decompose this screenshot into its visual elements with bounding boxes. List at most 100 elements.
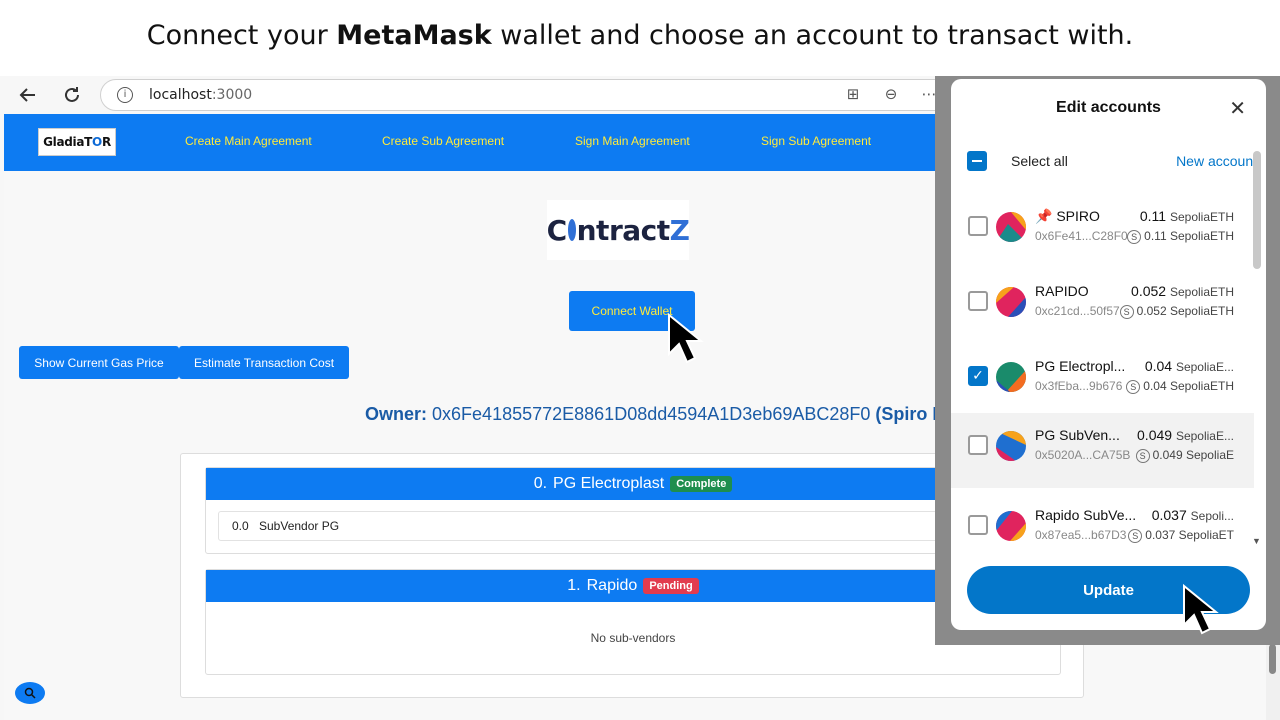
account-row[interactable]: ✓ PG Electropl... 0.04 SepoliaE... 0x3fE… xyxy=(951,344,1254,419)
token-s-icon: S xyxy=(1135,449,1150,463)
page-scrollbar-thumb[interactable] xyxy=(1269,644,1276,674)
app-available-icon[interactable]: ⊞ xyxy=(843,85,863,105)
account-balance: 0.037 Sepoli... xyxy=(1152,507,1234,523)
account-balance: 0.04 SepoliaE... xyxy=(1145,358,1234,374)
sub-balance-text: 0.052 SepoliaETH xyxy=(1136,304,1234,318)
back-arrow-icon[interactable] xyxy=(16,83,40,107)
balance-value: 0.049 xyxy=(1137,427,1173,443)
owner-name: (Spiro I xyxy=(875,404,938,424)
account-sub-balance: S 0.037 SepoliaET xyxy=(1128,528,1234,543)
scroll-down-icon[interactable]: ▼ xyxy=(1252,536,1261,546)
reload-icon[interactable] xyxy=(60,83,84,107)
agreement-card: 0. PG Electroplast Complete 0.0 SubVendo… xyxy=(205,467,1061,554)
account-checkbox[interactable] xyxy=(968,515,988,535)
balance-unit: SepoliaETH xyxy=(1169,285,1234,299)
balance-value: 0.11 xyxy=(1139,208,1167,224)
account-list-scrollbar-thumb[interactable] xyxy=(1253,151,1261,269)
balance-value: 0.04 xyxy=(1144,358,1173,374)
new-account-link[interactable]: New account xyxy=(1176,153,1257,169)
account-avatar xyxy=(996,431,1026,461)
account-sub-balance: S 0.11 SepoliaETH xyxy=(1127,229,1234,244)
balance-unit: SepoliaE... xyxy=(1175,429,1234,443)
balance-unit: SepoliaETH xyxy=(1169,210,1234,224)
account-avatar xyxy=(996,511,1026,541)
sub-balance-text: 0.04 SepoliaETH xyxy=(1143,379,1234,393)
nav-sign-main-agreement[interactable]: Sign Main Agreement xyxy=(575,134,690,148)
account-name: 📌 SPIRO xyxy=(1035,208,1100,225)
account-name: PG SubVen... xyxy=(1035,427,1120,443)
account-avatar xyxy=(996,362,1026,392)
dialog-title: Edit accounts xyxy=(1056,99,1161,116)
sub-vendor-index: 0.0 xyxy=(232,519,249,533)
mouse-pointer-icon xyxy=(1183,583,1219,635)
account-balance: 0.049 SepoliaE... xyxy=(1137,427,1234,443)
sub-balance-text: 0.037 SepoliaET xyxy=(1145,528,1234,542)
account-checkbox[interactable] xyxy=(968,435,988,455)
logo-text-o: O xyxy=(92,135,102,149)
balance-unit: SepoliaE... xyxy=(1175,360,1234,374)
caption-suffix: wallet and choose an account to transact… xyxy=(491,20,1134,51)
account-name-text: SPIRO xyxy=(1056,208,1100,224)
search-icon[interactable] xyxy=(15,682,45,704)
brand-rest: ntract xyxy=(576,213,671,247)
account-address: 0xc21cd...50f57 xyxy=(1035,304,1120,318)
account-address: 0x5020A...CA75B xyxy=(1035,448,1131,462)
sub-vendor-row: 0.0 SubVendor PG xyxy=(218,511,1048,541)
estimate-cost-button[interactable]: Estimate Transaction Cost xyxy=(179,346,349,379)
account-checkbox[interactable] xyxy=(968,216,988,236)
token-s-icon: S xyxy=(1126,380,1141,394)
agreement-index: 0. xyxy=(533,475,548,492)
account-list-scrollbar[interactable]: ▼ xyxy=(1252,151,1262,551)
nav-create-main-agreement[interactable]: Create Main Agreement xyxy=(185,134,312,148)
account-name: Rapido SubVe... xyxy=(1035,507,1137,523)
account-checkbox-checked[interactable]: ✓ xyxy=(968,366,988,386)
account-name: RAPIDO xyxy=(1035,283,1089,299)
account-sub-balance: S 0.052 SepoliaETH xyxy=(1119,304,1234,319)
metamask-edit-accounts-dialog: Edit accounts ✕ Select all New account 📌… xyxy=(951,79,1266,630)
balance-unit: Sepoli... xyxy=(1190,509,1234,523)
sub-balance-text: 0.049 SepoliaE xyxy=(1152,448,1234,462)
nav-create-sub-agreement[interactable]: Create Sub Agreement xyxy=(382,134,504,148)
account-row[interactable]: RAPIDO 0.052 SepoliaETH 0xc21cd...50f57 … xyxy=(951,269,1254,344)
account-avatar xyxy=(996,212,1026,242)
slide-caption: Connect your MetaMask wallet and choose … xyxy=(0,20,1280,51)
address-bar[interactable]: i localhost:3000 ⊞ ⊖ ⋯ xyxy=(100,79,960,111)
account-row[interactable]: 📌 SPIRO 0.11 SepoliaETH 0x6Fe41...C28F0 … xyxy=(951,194,1254,269)
url-port: :3000 xyxy=(211,87,253,103)
show-gas-price-button[interactable]: Show Current Gas Price xyxy=(19,346,179,379)
account-address: 0x87ea5...b67D3 xyxy=(1035,528,1127,542)
account-checkbox[interactable] xyxy=(968,291,988,311)
logo-text-prefix: Gladia xyxy=(43,135,85,149)
select-all-label: Select all xyxy=(1011,153,1068,169)
agreement-header: 0. PG Electroplast Complete xyxy=(206,468,1060,500)
sub-vendor-name: SubVendor PG xyxy=(259,519,340,533)
nav-sign-sub-agreement[interactable]: Sign Sub Agreement xyxy=(761,134,871,148)
brand-c: C xyxy=(546,213,568,247)
gladiator-logo[interactable]: Gladia T O R xyxy=(38,128,116,156)
status-badge: Complete xyxy=(670,476,733,492)
account-avatar xyxy=(996,287,1026,317)
power-icon xyxy=(567,219,576,241)
token-s-icon: S xyxy=(1127,230,1142,244)
status-badge: Pending xyxy=(643,578,699,594)
no-sub-vendors-text: No sub-vendors xyxy=(590,631,676,645)
select-all-row: Select all New account xyxy=(967,151,1257,173)
account-row[interactable]: Rapido SubVe... 0.037 Sepoli... 0x87ea5.… xyxy=(951,493,1254,568)
zoom-icon[interactable]: ⊖ xyxy=(881,85,901,105)
url-text[interactable]: localhost:3000 xyxy=(149,87,252,103)
agreement-card: 1. Rapido Pending No sub-vendors xyxy=(205,569,1061,675)
brand-z: Z xyxy=(669,213,690,247)
owner-line: Owner: 0x6Fe41855772E8861D08dd4594A1D3eb… xyxy=(365,404,937,425)
site-info-icon[interactable]: i xyxy=(117,87,133,103)
close-icon[interactable]: ✕ xyxy=(1229,96,1246,120)
select-all-checkbox[interactable] xyxy=(967,151,987,171)
logo-text-r: R xyxy=(101,135,111,149)
agreement-name: Rapido xyxy=(586,577,638,594)
logo-text-t: T xyxy=(84,135,93,149)
balance-value: 0.052 xyxy=(1131,283,1167,299)
agreement-index: 1. xyxy=(567,577,581,594)
caption-prefix: Connect your xyxy=(146,20,337,51)
url-host: localhost xyxy=(149,87,212,103)
account-row[interactable]: PG SubVen... 0.049 SepoliaE... 0x5020A..… xyxy=(951,413,1254,488)
owner-label: Owner: xyxy=(365,404,428,424)
